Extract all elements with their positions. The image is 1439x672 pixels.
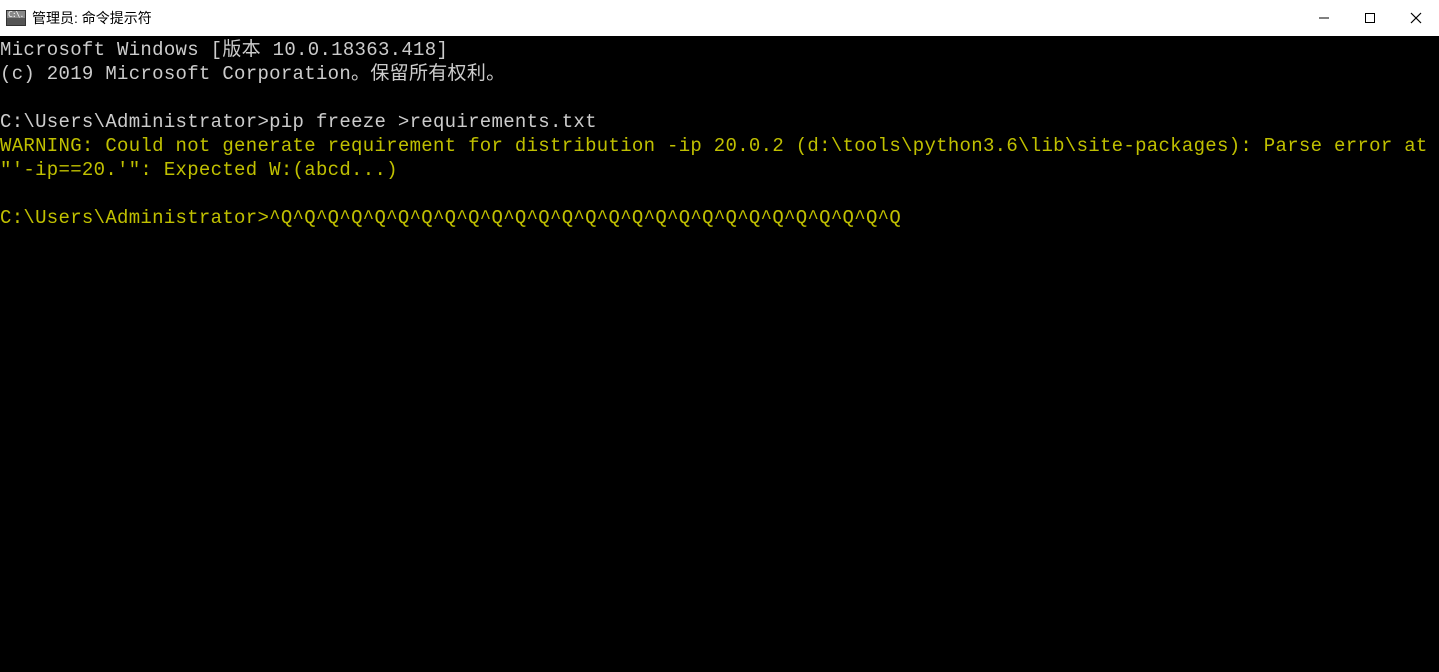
command-2: ^Q^Q^Q^Q^Q^Q^Q^Q^Q^Q^Q^Q^Q^Q^Q^Q^Q^Q^Q^Q… xyxy=(269,207,901,229)
close-icon xyxy=(1409,11,1423,25)
minimize-button[interactable] xyxy=(1301,0,1347,36)
window-titlebar[interactable]: C:\. 管理员: 命令提示符 xyxy=(0,0,1439,36)
command-1: pip freeze >requirements.txt xyxy=(269,111,597,133)
window-title: 管理员: 命令提示符 xyxy=(32,8,152,28)
banner-line-1: Microsoft Windows [版本 10.0.18363.418] xyxy=(0,39,448,61)
terminal-viewport[interactable]: Microsoft Windows [版本 10.0.18363.418] (c… xyxy=(0,36,1439,672)
prompt-1: C:\Users\Administrator> xyxy=(0,111,269,133)
close-button[interactable] xyxy=(1393,0,1439,36)
maximize-button[interactable] xyxy=(1347,0,1393,36)
prompt-2: C:\Users\Administrator> xyxy=(0,207,269,229)
maximize-icon xyxy=(1364,12,1376,24)
cmd-icon: C:\. xyxy=(6,10,26,26)
warning-output: WARNING: Could not generate requirement … xyxy=(0,135,1439,181)
banner-line-2: (c) 2019 Microsoft Corporation。保留所有权利。 xyxy=(0,63,505,85)
minimize-icon xyxy=(1318,12,1330,24)
